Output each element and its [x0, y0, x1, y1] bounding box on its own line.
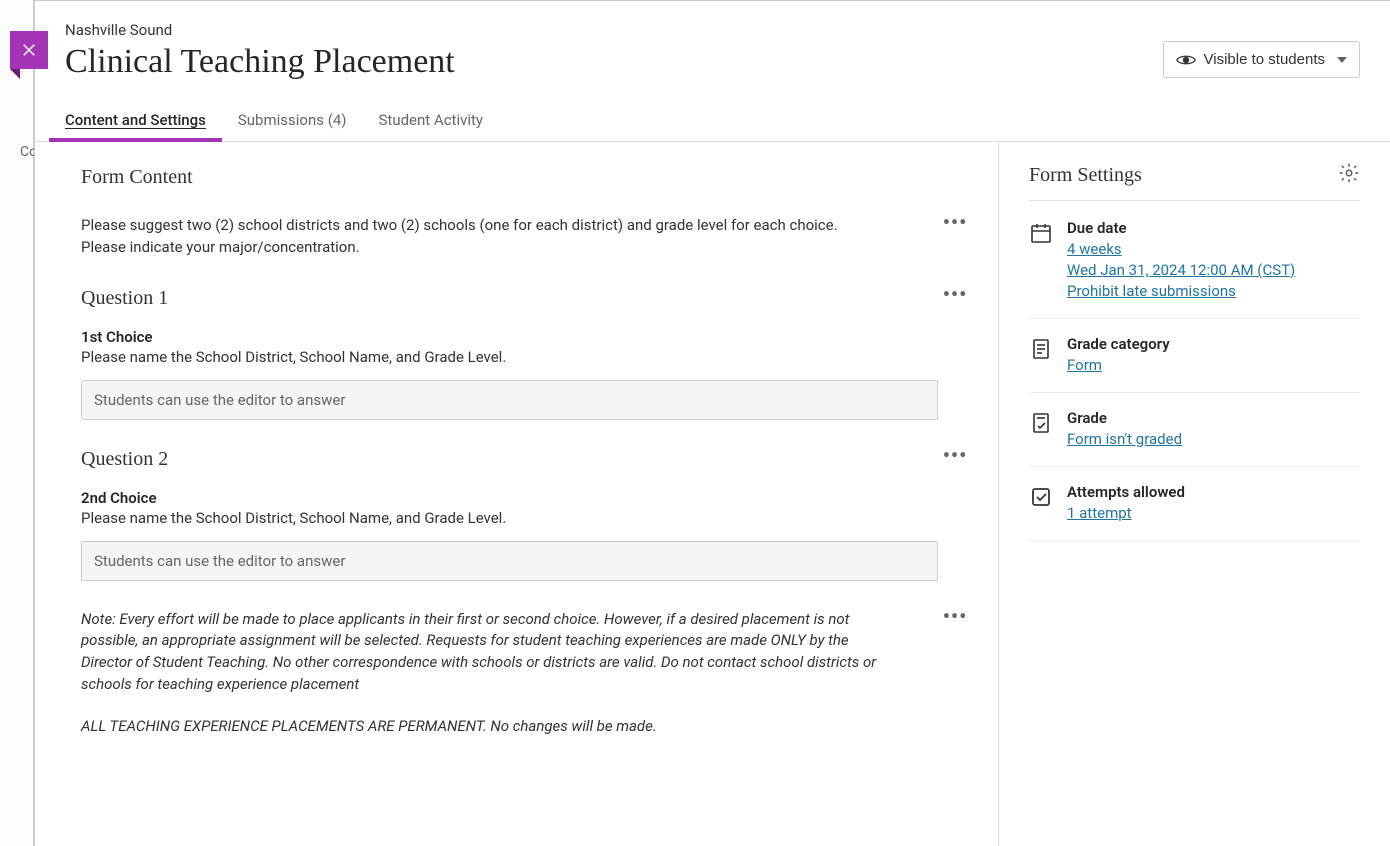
due-date-label: Due date [1067, 219, 1360, 237]
question-prompt: Please name the School District, School … [81, 348, 938, 366]
backdrop-panel: N Co [0, 0, 34, 846]
tabs: Content and Settings Submissions (4) Stu… [35, 103, 1390, 142]
tab-label: Submissions (4) [238, 111, 347, 129]
checkbox-icon [1029, 483, 1053, 524]
more-icon: ••• [943, 443, 968, 467]
backdrop-text: Co [20, 144, 33, 160]
grade-category-link[interactable]: Form [1067, 355, 1360, 376]
form-content-heading: Form Content [81, 166, 998, 189]
setting-attempts: Attempts allowed 1 attempt [1029, 483, 1360, 541]
gear-icon [1338, 162, 1360, 184]
setting-due-date: Due date 4 weeks Wed Jan 31, 2024 12:00 … [1029, 219, 1360, 319]
page-title: Clinical Teaching Placement [65, 43, 1163, 81]
question-1-block: ••• Question 1 1st Choice Please name th… [81, 287, 998, 420]
due-date-absolute-link[interactable]: Wed Jan 31, 2024 12:00 AM (CST) [1067, 260, 1360, 281]
more-icon: ••• [943, 604, 968, 628]
form-settings-column: Form Settings Due date 4 weeks Wed Jan 3… [998, 142, 1390, 846]
question-title: Question 2 [81, 448, 938, 471]
intro-block: ••• Please suggest two (2) school distri… [81, 215, 998, 259]
document-icon [1029, 335, 1053, 376]
tab-content-settings[interactable]: Content and Settings [49, 103, 222, 141]
question-title: Question 1 [81, 287, 938, 310]
eye-icon [1176, 53, 1196, 67]
overflow-menu-button[interactable]: ••• [940, 440, 970, 470]
tab-student-activity[interactable]: Student Activity [363, 103, 500, 141]
question-subtitle: 2nd Choice [81, 489, 938, 507]
answer-editor[interactable]: Students can use the editor to answer [81, 380, 938, 420]
course-name: Nashville Sound [65, 21, 1163, 39]
answer-editor[interactable]: Students can use the editor to answer [81, 541, 938, 581]
more-icon: ••• [943, 210, 968, 234]
tab-submissions[interactable]: Submissions (4) [222, 103, 363, 141]
note-text: Note: Every effort will be made to place… [81, 609, 891, 696]
overflow-menu-button[interactable]: ••• [940, 601, 970, 631]
tab-label: Student Activity [379, 111, 484, 129]
overflow-menu-button[interactable]: ••• [940, 279, 970, 309]
grade-label: Grade [1067, 409, 1360, 427]
close-button[interactable] [10, 31, 48, 69]
settings-gear-button[interactable] [1338, 162, 1360, 188]
grade-icon [1029, 409, 1053, 450]
visibility-label: Visible to students [1204, 51, 1325, 68]
form-settings-heading: Form Settings [1029, 164, 1142, 187]
question-subtitle: 1st Choice [81, 328, 938, 346]
main-panel: Nashville Sound Clinical Teaching Placem… [34, 0, 1390, 846]
late-submissions-link[interactable]: Prohibit late submissions [1067, 281, 1360, 302]
grade-link[interactable]: Form isn't graded [1067, 429, 1360, 450]
attempts-label: Attempts allowed [1067, 483, 1360, 501]
close-icon [20, 41, 38, 59]
content-area: Form Content ••• Please suggest two (2) … [35, 142, 1390, 846]
settings-header: Form Settings [1029, 162, 1360, 201]
note-text: ALL TEACHING EXPERIENCE PLACEMENTS ARE P… [81, 716, 891, 738]
attempts-link[interactable]: 1 attempt [1067, 503, 1360, 524]
overflow-menu-button[interactable]: ••• [940, 207, 970, 237]
due-date-relative-link[interactable]: 4 weeks [1067, 239, 1360, 260]
tab-label: Content and Settings [65, 111, 206, 129]
chevron-down-icon [1337, 57, 1347, 63]
note-block: ••• Note: Every effort will be made to p… [81, 609, 998, 738]
calendar-icon [1029, 219, 1053, 302]
intro-text: Please suggest two (2) school districts … [81, 215, 861, 259]
setting-grade: Grade Form isn't graded [1029, 409, 1360, 467]
form-content-column: Form Content ••• Please suggest two (2) … [35, 142, 998, 846]
question-prompt: Please name the School District, School … [81, 509, 938, 527]
visibility-dropdown[interactable]: Visible to students [1163, 41, 1360, 78]
header-left: Nashville Sound Clinical Teaching Placem… [65, 21, 1163, 81]
header: Nashville Sound Clinical Teaching Placem… [35, 1, 1390, 81]
question-2-block: ••• Question 2 2nd Choice Please name th… [81, 448, 998, 581]
setting-grade-category: Grade category Form [1029, 335, 1360, 393]
grade-category-label: Grade category [1067, 335, 1360, 353]
more-icon: ••• [943, 282, 968, 306]
